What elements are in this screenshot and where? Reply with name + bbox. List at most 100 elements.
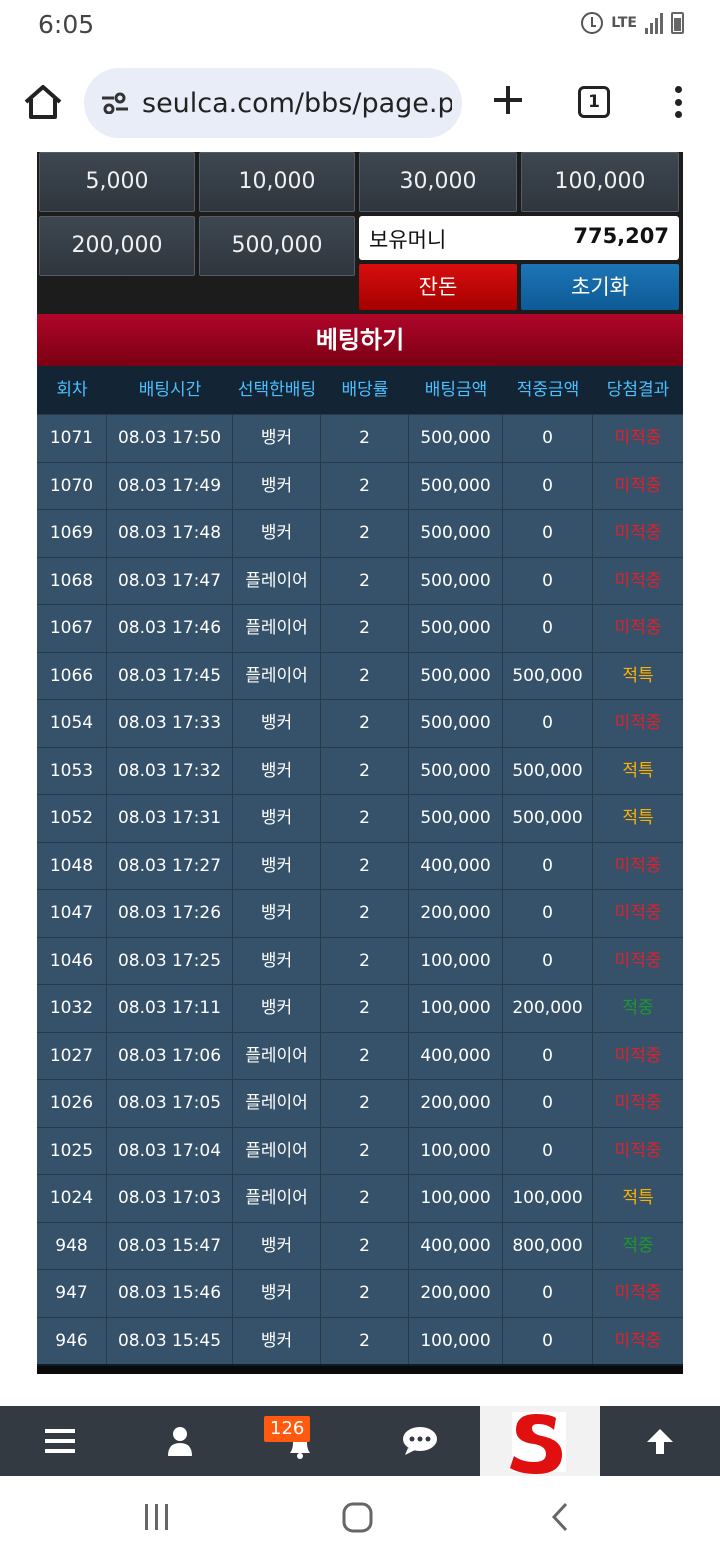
cell-odds: 2 (321, 842, 409, 889)
change-button[interactable]: 잔돈 (359, 264, 517, 310)
cell-odds: 2 (321, 795, 409, 842)
header-selection: 선택한배팅 (237, 380, 317, 400)
user-icon (168, 1427, 192, 1456)
cell-selection: 플레이어 (233, 1080, 321, 1127)
cell-bet-amount: 400,000 (409, 842, 503, 889)
cell-round: 1025 (37, 1127, 107, 1174)
status-icons: LTE (581, 12, 684, 34)
cell-win-amount: 0 (503, 605, 593, 652)
cell-result: 미적중 (614, 713, 662, 733)
cell-odds: 2 (321, 1222, 409, 1269)
more-dot-icon (674, 86, 682, 93)
table-row: 1053 08.03 17:32 뱅커 2 500,000 500,000 적특 (37, 746, 683, 794)
header-win-amount: 적중금액 (516, 380, 580, 400)
cell-odds: 2 (321, 462, 409, 509)
cell-bet-time: 08.03 17:05 (107, 1080, 233, 1127)
address-bar[interactable]: seulca.com/bbs/page.p (84, 68, 462, 138)
system-nav-bar (0, 1476, 720, 1560)
cell-odds: 2 (321, 605, 409, 652)
table-row: 1024 08.03 17:03 플레이어 2 100,000 100,000 적특 (37, 1174, 683, 1222)
cell-round: 1046 (37, 937, 107, 984)
cell-win-amount: 0 (503, 1127, 593, 1174)
cell-round: 1047 (37, 890, 107, 937)
site-logo-icon (510, 1412, 566, 1474)
site-logo-button[interactable] (480, 1406, 600, 1476)
cell-bet-amount: 500,000 (409, 462, 503, 509)
table-row: 1047 08.03 17:26 뱅커 2 200,000 0 미적중 (37, 889, 683, 937)
table-row: 1066 08.03 17:45 플레이어 2 500,000 500,000 적특 (37, 651, 683, 699)
cell-selection: 뱅커 (233, 462, 321, 509)
cell-bet-time: 08.03 17:50 (107, 415, 233, 462)
cell-round: 948 (37, 1222, 107, 1269)
cell-round: 1066 (37, 652, 107, 699)
table-row: 948 08.03 15:47 뱅커 2 400,000 800,000 적중 (37, 1221, 683, 1269)
table-row: 1052 08.03 17:31 뱅커 2 500,000 500,000 적특 (37, 794, 683, 842)
cell-odds: 2 (321, 1175, 409, 1222)
cell-round: 1071 (37, 415, 107, 462)
alarm-icon (581, 12, 604, 34)
cell-round: 1067 (37, 605, 107, 652)
new-tab-button[interactable] (488, 80, 528, 120)
cell-result: 미적중 (614, 475, 662, 496)
cell-odds: 2 (321, 1270, 409, 1317)
bet-section-title: 베팅하기 (37, 314, 683, 366)
nav-chat-button[interactable] (360, 1406, 480, 1476)
table-row: 1054 08.03 17:33 뱅커 2 500,000 0 미적중 (37, 699, 683, 747)
status-bar: 6:05 LTE (0, 0, 720, 52)
cell-bet-time: 08.03 15:46 (107, 1270, 233, 1317)
back-button[interactable] (544, 1500, 578, 1534)
cell-odds: 2 (321, 1317, 409, 1364)
cell-result: 미적중 (614, 1045, 662, 1066)
cell-selection: 뱅커 (233, 415, 321, 462)
tab-switcher-button[interactable]: 1 (578, 86, 610, 118)
cell-bet-amount: 500,000 (409, 415, 503, 462)
notification-badge: 126 (264, 1416, 311, 1442)
cell-win-amount: 0 (503, 1317, 593, 1364)
reset-button[interactable]: 초기화 (521, 264, 679, 310)
cell-round: 947 (37, 1270, 107, 1317)
chip-200000-button[interactable]: 200,000 (39, 216, 195, 276)
network-type-label: LTE (611, 15, 637, 31)
browser-menu-button[interactable] (668, 82, 688, 122)
home-button[interactable] (22, 82, 64, 122)
cell-win-amount: 500,000 (503, 652, 593, 699)
nav-scroll-top-button[interactable] (600, 1406, 720, 1476)
chip-10000-button[interactable]: 10,000 (199, 152, 355, 212)
cell-bet-time: 08.03 15:47 (107, 1222, 233, 1269)
chip-30000-button[interactable]: 30,000 (359, 152, 517, 212)
recents-button[interactable] (140, 1500, 174, 1534)
table-row: 946 08.03 15:45 뱅커 2 100,000 0 미적중 (37, 1316, 683, 1364)
chat-icon (403, 1427, 437, 1455)
cell-win-amount: 0 (503, 842, 593, 889)
cell-bet-amount: 100,000 (409, 985, 503, 1032)
battery-icon (671, 12, 684, 34)
site-settings-icon[interactable] (100, 92, 130, 115)
cell-bet-amount: 500,000 (409, 605, 503, 652)
nav-user-button[interactable] (120, 1406, 240, 1476)
cell-selection: 플레이어 (233, 1127, 321, 1174)
chip-5000-button[interactable]: 5,000 (39, 152, 195, 212)
cell-win-amount: 0 (503, 415, 593, 462)
cell-bet-time: 08.03 17:32 (107, 747, 233, 794)
cell-round: 1053 (37, 747, 107, 794)
cell-bet-amount: 200,000 (409, 890, 503, 937)
chip-500000-button[interactable]: 500,000 (199, 216, 355, 276)
balance-label: 보유머니 (369, 228, 447, 252)
cell-bet-amount: 500,000 (409, 795, 503, 842)
cell-bet-amount: 500,000 (409, 510, 503, 557)
cell-win-amount: 100,000 (503, 1175, 593, 1222)
table-row: 947 08.03 15:46 뱅커 2 200,000 0 미적중 (37, 1269, 683, 1317)
home-system-button[interactable] (340, 1500, 376, 1536)
cell-win-amount: 0 (503, 890, 593, 937)
cell-bet-time: 08.03 15:45 (107, 1317, 233, 1364)
nav-menu-button[interactable] (0, 1406, 120, 1476)
cell-win-amount: 0 (503, 557, 593, 604)
table-row: 1025 08.03 17:04 플레이어 2 100,000 0 미적중 (37, 1126, 683, 1174)
cell-win-amount: 0 (503, 1080, 593, 1127)
cell-result: 적특 (622, 808, 654, 828)
chip-100000-button[interactable]: 100,000 (521, 152, 679, 212)
cell-result: 미적중 (614, 855, 662, 876)
table-row: 1067 08.03 17:46 플레이어 2 500,000 0 미적중 (37, 604, 683, 652)
cell-odds: 2 (321, 985, 409, 1032)
cell-win-amount: 0 (503, 1032, 593, 1079)
